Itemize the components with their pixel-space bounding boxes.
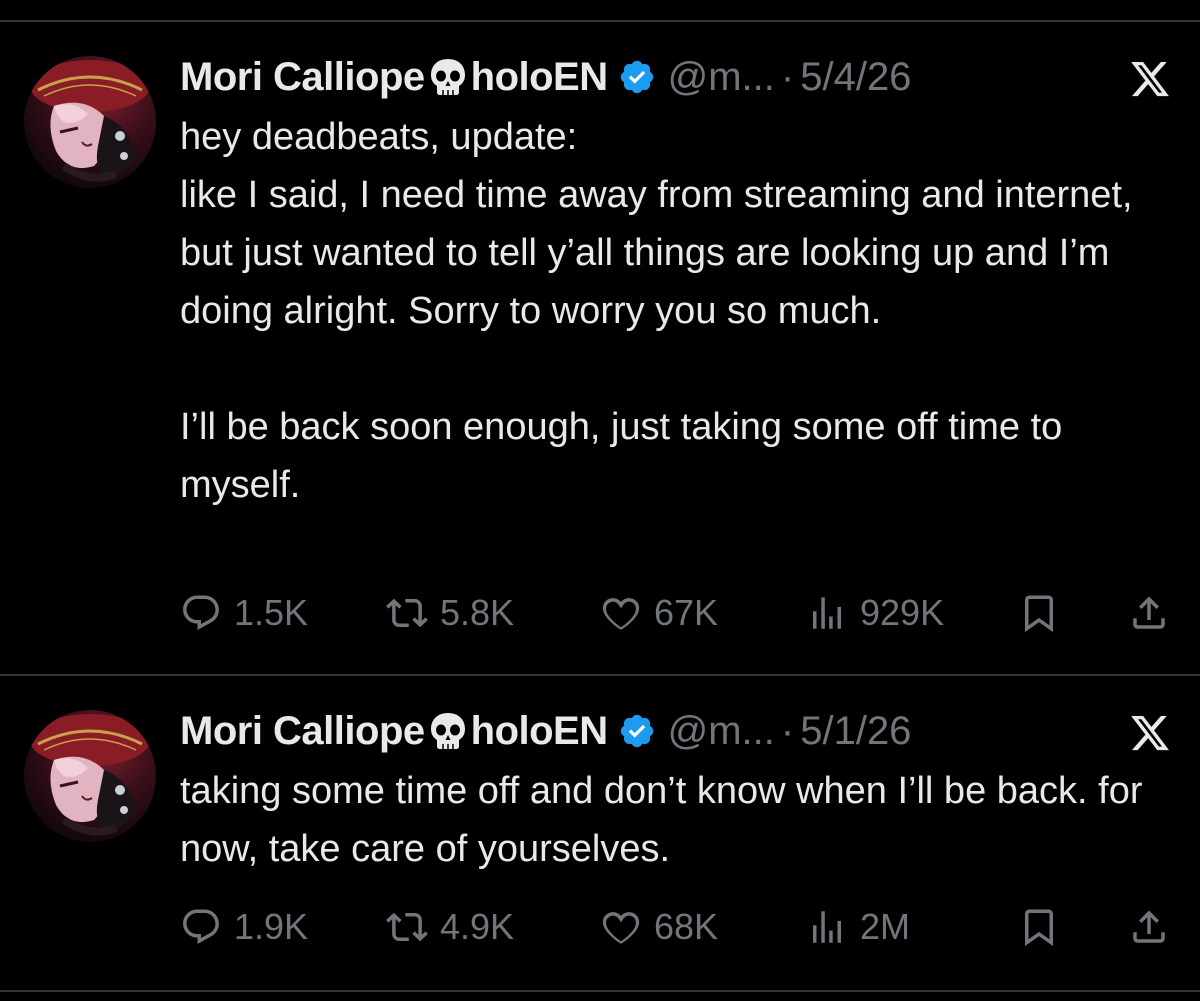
tweet-date[interactable]: 5/1/26 (800, 706, 911, 756)
views-button[interactable]: 2M (806, 902, 910, 952)
views-count: 2M (860, 906, 911, 947)
author-suffix[interactable]: holoEN (471, 706, 608, 756)
repost-button[interactable]: 5.8K (386, 588, 514, 638)
share-icon (1133, 596, 1165, 629)
views-icon (813, 911, 841, 943)
reply-button[interactable]: 1.5K (180, 588, 308, 638)
repost-count: 4.9K (440, 906, 515, 947)
repost-icon (386, 598, 428, 628)
skull-icon (427, 56, 469, 98)
heart-icon (602, 598, 640, 630)
repost-icon (386, 912, 428, 942)
bookmark-icon (1025, 595, 1053, 633)
like-button[interactable]: 67K (600, 588, 718, 638)
views-button[interactable]: 929K (806, 588, 944, 638)
like-count: 67K (654, 592, 719, 633)
author-suffix[interactable]: holoEN (471, 52, 608, 102)
like-count: 68K (654, 906, 719, 947)
share-icon (1133, 910, 1165, 943)
bookmark-icon (1025, 909, 1053, 947)
author-name[interactable]: Mori Calliope (180, 706, 425, 756)
x-logo-icon[interactable] (1128, 712, 1172, 754)
reply-count: 1.5K (234, 592, 309, 633)
tweet-actions: 1.9K 4.9K 68K 2M (180, 902, 1180, 952)
author-handle[interactable]: @m... (668, 52, 775, 102)
tweet-date[interactable]: 5/4/26 (800, 52, 911, 102)
tweet-header: Mori Calliope holoEN @m... · 5/1/26 (180, 706, 911, 756)
bookmark-button[interactable] (1018, 588, 1060, 638)
reply-icon (183, 595, 219, 630)
share-button[interactable] (1128, 902, 1170, 952)
reply-button[interactable]: 1.9K (180, 902, 308, 952)
tweet-actions: 1.5K 5.8K 67K 929K (180, 588, 1180, 638)
top-divider (0, 20, 1200, 22)
bottom-divider (0, 990, 1200, 992)
x-logo-icon[interactable] (1128, 58, 1172, 100)
views-icon (813, 597, 841, 629)
tweet-text: hey deadbeats, update: like I said, I ne… (180, 116, 1133, 506)
tweet-header: Mori Calliope holoEN @m... · 5/4/26 (180, 52, 911, 102)
like-button[interactable]: 68K (600, 902, 718, 952)
repost-button[interactable]: 4.9K (386, 902, 514, 952)
heart-icon (602, 912, 640, 944)
views-count: 929K (860, 592, 945, 633)
reply-count: 1.9K (234, 906, 309, 947)
tweet-text: taking some time off and don’t know when… (180, 770, 1154, 870)
verified-badge-icon (618, 58, 656, 96)
share-button[interactable] (1128, 588, 1170, 638)
author-handle[interactable]: @m... (668, 706, 775, 756)
verified-badge-icon (618, 712, 656, 750)
bookmark-button[interactable] (1018, 902, 1060, 952)
avatar[interactable] (24, 710, 156, 842)
separator-dot: · (780, 55, 795, 99)
skull-icon (427, 710, 469, 752)
author-name[interactable]: Mori Calliope (180, 52, 425, 102)
separator-dot: · (780, 709, 795, 753)
reply-icon (183, 909, 219, 944)
repost-count: 5.8K (440, 592, 515, 633)
avatar[interactable] (24, 56, 156, 188)
tweet-divider (0, 674, 1200, 676)
